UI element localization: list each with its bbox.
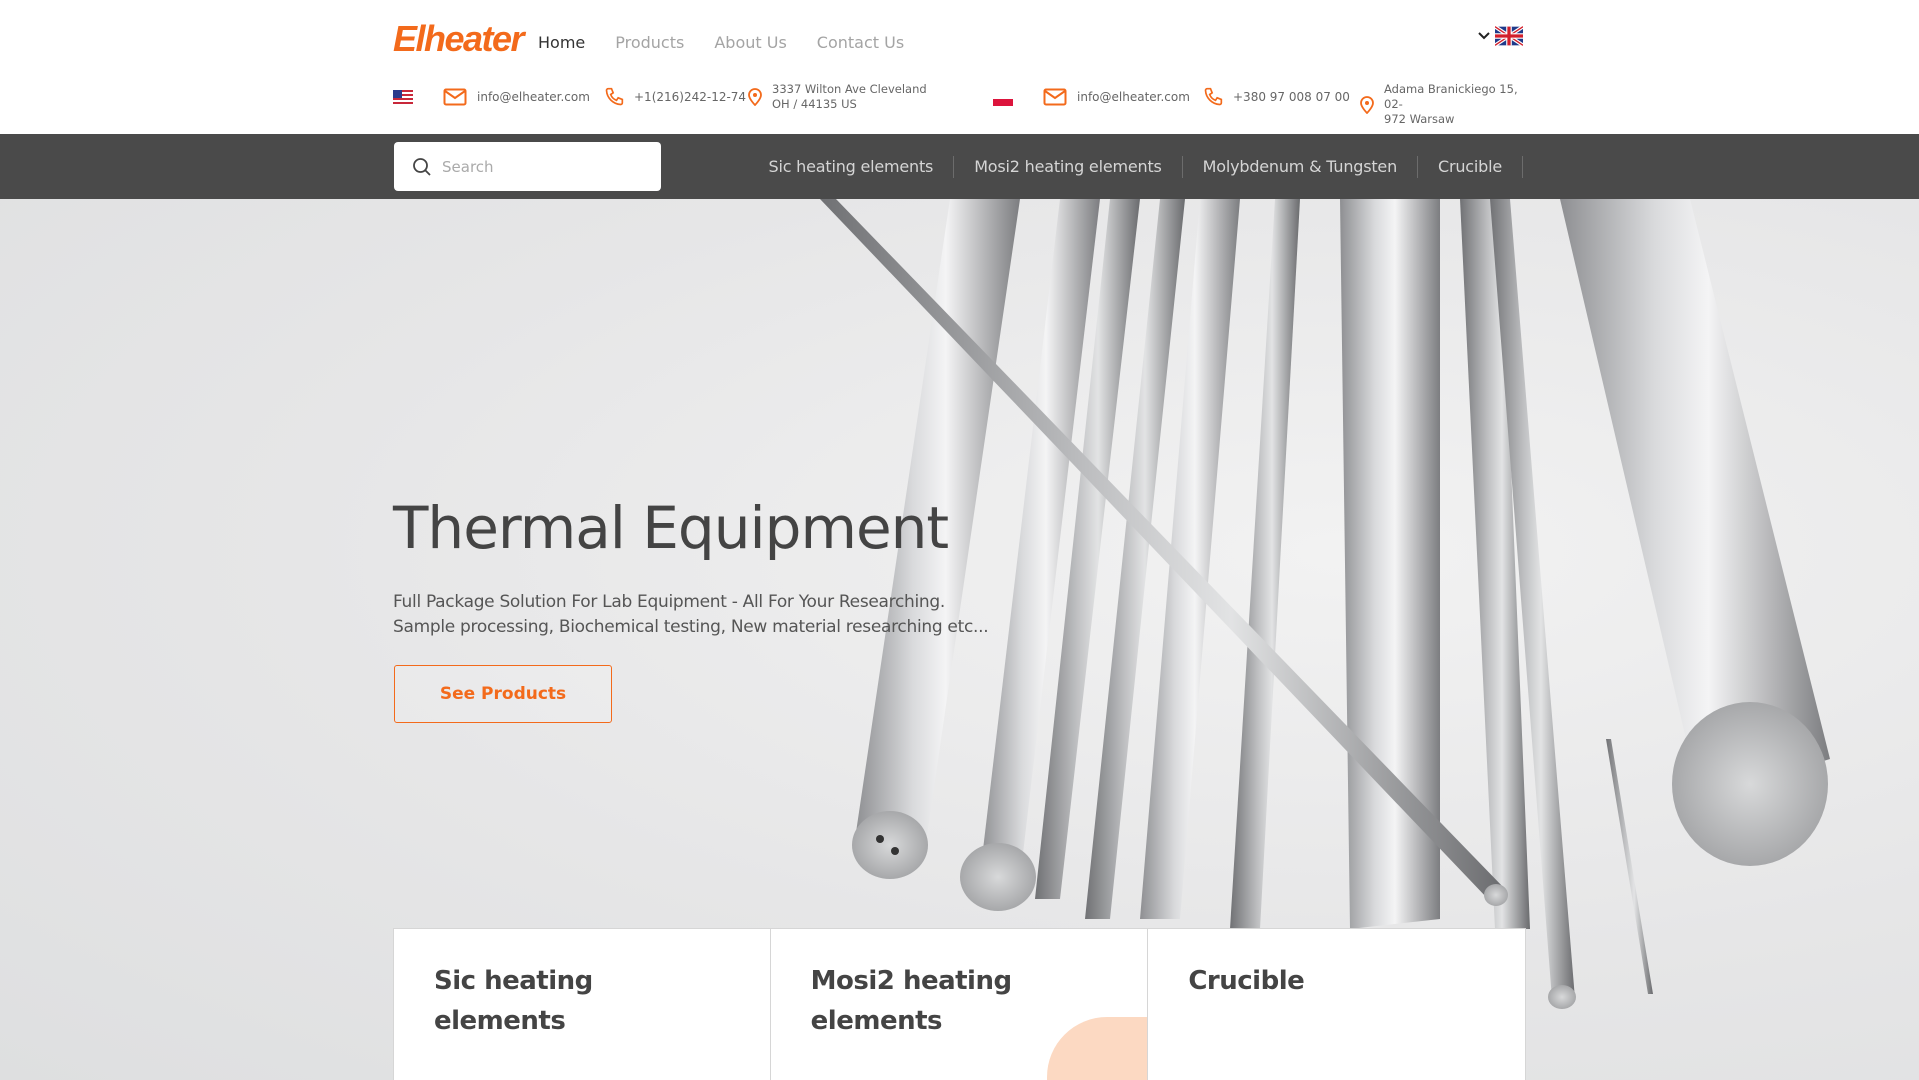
search-icon <box>413 157 431 176</box>
card-title: Crucible <box>1188 966 1305 996</box>
card-title: Mosi2 heating elements <box>810 966 1012 1036</box>
pl-phone[interactable]: +380 97 008 07 00 <box>1203 87 1350 107</box>
main-nav: Home Products About Us Contact Us <box>538 33 904 52</box>
pl-office <box>993 92 1013 106</box>
card-decoration <box>1047 1017 1148 1080</box>
us-flag-icon <box>393 90 413 104</box>
logo-text: Elheater <box>393 18 525 59</box>
nav-home-link[interactable]: Home <box>538 33 585 52</box>
pl-address-text: Adama Branickiego 15, 02- 972 Warsaw <box>1384 82 1523 127</box>
card-sic-heating-elements[interactable]: Sic heating elements <box>393 928 771 1080</box>
category-cards: Sic heating elements Mosi2 heating eleme… <box>393 928 1527 1080</box>
contacts-row: info@elheater.com +1(216)242-12-74 3337 … <box>393 82 1523 126</box>
search-box[interactable] <box>394 142 661 191</box>
envelope-icon <box>1043 88 1067 106</box>
nav-products-link[interactable]: Products <box>615 33 684 52</box>
category-crucible[interactable]: Crucible <box>1418 155 1523 178</box>
us-address-line2: OH / 44135 US <box>772 97 857 111</box>
card-crucible[interactable]: Crucible <box>1148 928 1527 1080</box>
poland-flag-icon <box>993 92 1013 106</box>
nav-contact-us-link[interactable]: Contact Us <box>817 33 904 52</box>
hero-title: Thermal Equipment <box>393 494 949 562</box>
pl-address-line2: 972 Warsaw <box>1384 112 1455 126</box>
card-mosi2-heating-elements[interactable]: Mosi2 heating elements <box>770 928 1149 1080</box>
us-address-line1: 3337 Wilton Ave Cleveland <box>772 82 927 96</box>
pl-address-line1: Adama Branickiego 15, 02- <box>1384 82 1518 111</box>
us-email-text: info@elheater.com <box>477 90 590 104</box>
us-address-text: 3337 Wilton Ave Cleveland OH / 44135 US <box>772 82 927 112</box>
us-phone-text: +1(216)242-12-74 <box>634 90 747 104</box>
category-sic-heating-elements[interactable]: Sic heating elements <box>749 155 955 178</box>
pl-email-text: info@elheater.com <box>1077 90 1190 104</box>
category-mosi2-heating-elements[interactable]: Mosi2 heating elements <box>954 155 1183 178</box>
language-selector[interactable] <box>1477 26 1523 46</box>
category-bar: Sic heating elements Mosi2 heating eleme… <box>0 134 1919 199</box>
us-office <box>393 90 413 104</box>
us-address: 3337 Wilton Ave Cleveland OH / 44135 US <box>748 82 927 112</box>
pl-email[interactable]: info@elheater.com <box>1043 88 1190 106</box>
logo[interactable]: Elheater <box>393 18 525 60</box>
card-title: Sic heating elements <box>434 966 593 1036</box>
search-input[interactable] <box>442 157 642 176</box>
see-products-button[interactable]: See Products <box>394 665 612 723</box>
location-pin-icon <box>748 88 762 106</box>
nav-about-us-link[interactable]: About Us <box>714 33 786 52</box>
pl-phone-text: +380 97 008 07 00 <box>1233 90 1350 104</box>
hero-subtitle: Full Package Solution For Lab Equipment … <box>393 592 989 637</box>
chevron-down-icon <box>1478 32 1490 40</box>
pl-address: Adama Branickiego 15, 02- 972 Warsaw <box>1360 82 1523 127</box>
uk-flag-icon <box>1495 26 1523 46</box>
category-nav: Sic heating elements Mosi2 heating eleme… <box>749 134 1523 199</box>
category-molybdenum-tungsten[interactable]: Molybdenum & Tungsten <box>1183 155 1419 178</box>
envelope-icon <box>443 88 467 106</box>
us-phone[interactable]: +1(216)242-12-74 <box>604 87 746 107</box>
phone-icon <box>1204 87 1223 106</box>
phone-icon <box>605 87 624 106</box>
us-email[interactable]: info@elheater.com <box>443 88 590 106</box>
location-pin-icon <box>1360 95 1374 114</box>
site-header: Elheater Home Products About Us Contact … <box>0 0 1919 134</box>
